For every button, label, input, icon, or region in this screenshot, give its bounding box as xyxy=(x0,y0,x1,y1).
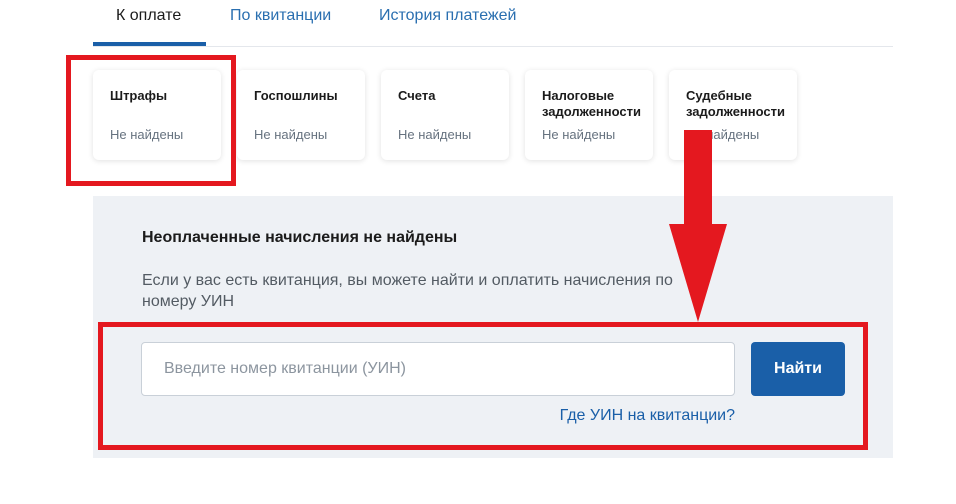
category-card-fines[interactable]: Штрафы Не найдены xyxy=(93,70,221,160)
find-button[interactable]: Найти xyxy=(751,342,845,396)
category-card-bills[interactable]: Счета Не найдены xyxy=(381,70,509,160)
category-status: Не найдены xyxy=(398,127,472,142)
category-card-state-fees[interactable]: Госпошлины Не найдены xyxy=(237,70,365,160)
tab-to-pay[interactable]: К оплате xyxy=(116,6,181,26)
category-title: Госпошлины xyxy=(254,88,338,103)
category-card-court-debts[interactable]: Судебные задолженности Не найдены xyxy=(669,70,797,160)
active-tab-indicator xyxy=(93,42,206,46)
category-status: Не найдены xyxy=(542,127,616,142)
no-charges-panel: Неоплаченные начисления не найдены Если … xyxy=(93,196,893,458)
category-title: Штрафы xyxy=(110,88,168,103)
panel-description: Если у вас есть квитанция, вы можете най… xyxy=(142,272,673,310)
payment-tabs: К оплате По квитанции История платежей xyxy=(93,0,893,47)
panel-title: Неоплаченные начисления не найдены xyxy=(142,229,458,246)
category-title: Счета xyxy=(398,88,436,103)
tab-payment-history[interactable]: История платежей xyxy=(379,6,516,26)
category-card-tax-debts[interactable]: Налоговые задолженности Не найдены xyxy=(525,70,653,160)
uin-help-link[interactable]: Где УИН на квитанции? xyxy=(560,406,735,426)
tab-by-receipt[interactable]: По квитанции xyxy=(230,6,331,26)
uin-search-input[interactable] xyxy=(141,342,735,396)
category-title: Судебные задолженности xyxy=(686,88,785,119)
category-status: Не найдены xyxy=(254,127,328,142)
category-status: Не найдены xyxy=(686,127,760,142)
category-status: Не найдены xyxy=(110,127,184,142)
category-title: Налоговые задолженности xyxy=(542,88,641,119)
